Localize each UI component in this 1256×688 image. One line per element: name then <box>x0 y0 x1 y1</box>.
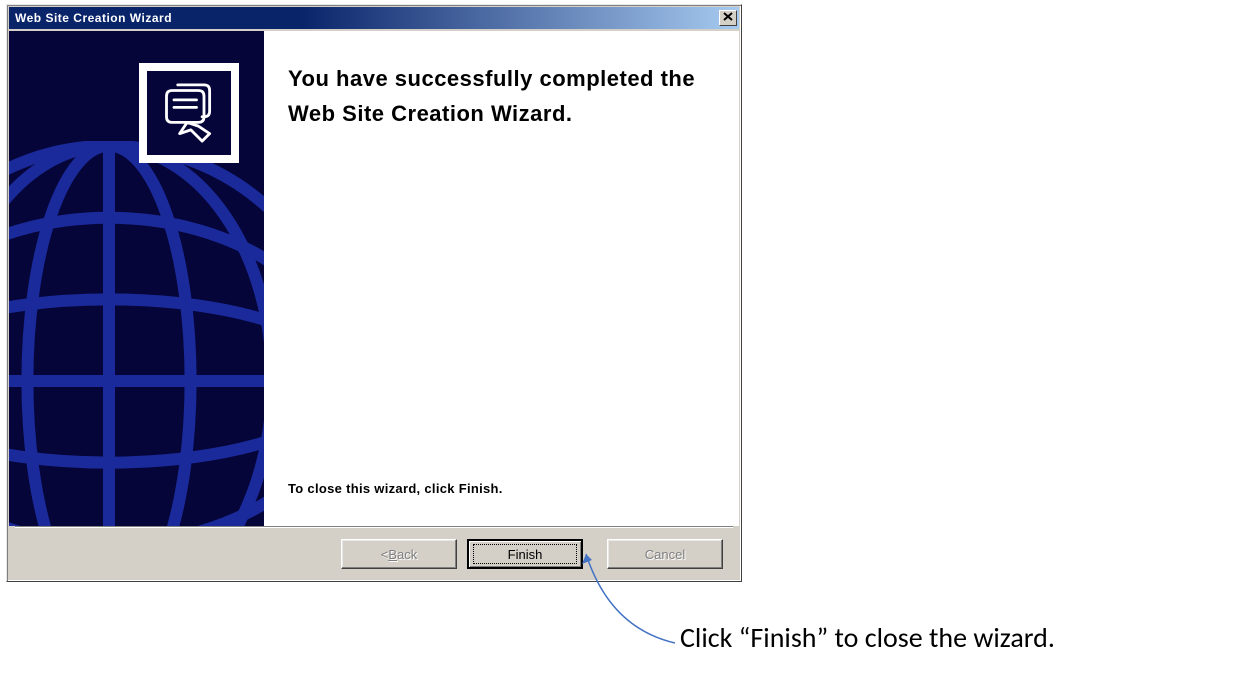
title-bar: Web Site Creation Wizard <box>9 7 739 29</box>
finish-label: Finish <box>508 547 543 562</box>
back-label-rest: ack <box>397 547 417 562</box>
back-label-prefix: < <box>381 547 389 562</box>
window-title: Web Site Creation Wizard <box>15 11 172 25</box>
wizard-sidebar <box>9 31 264 526</box>
wizard-dialog: Web Site Creation Wizard <box>6 4 742 582</box>
content-area: You have successfully completed the Web … <box>9 31 739 526</box>
back-button[interactable]: < Back <box>341 539 457 569</box>
back-label-u: B <box>388 547 397 562</box>
close-button[interactable] <box>719 10 737 26</box>
wizard-content-panel: You have successfully completed the Web … <box>264 31 739 526</box>
completion-heading: You have successfully completed the Web … <box>288 61 709 131</box>
finish-button[interactable]: Finish <box>467 539 583 569</box>
server-document-icon <box>159 83 219 143</box>
annotation-text: Click “Finish” to close the wizard. <box>680 620 1055 655</box>
wizard-icon-frame <box>139 63 239 163</box>
instruction-text: To close this wizard, click Finish. <box>288 481 709 496</box>
globe-graphic <box>9 141 264 526</box>
close-icon <box>723 12 733 24</box>
